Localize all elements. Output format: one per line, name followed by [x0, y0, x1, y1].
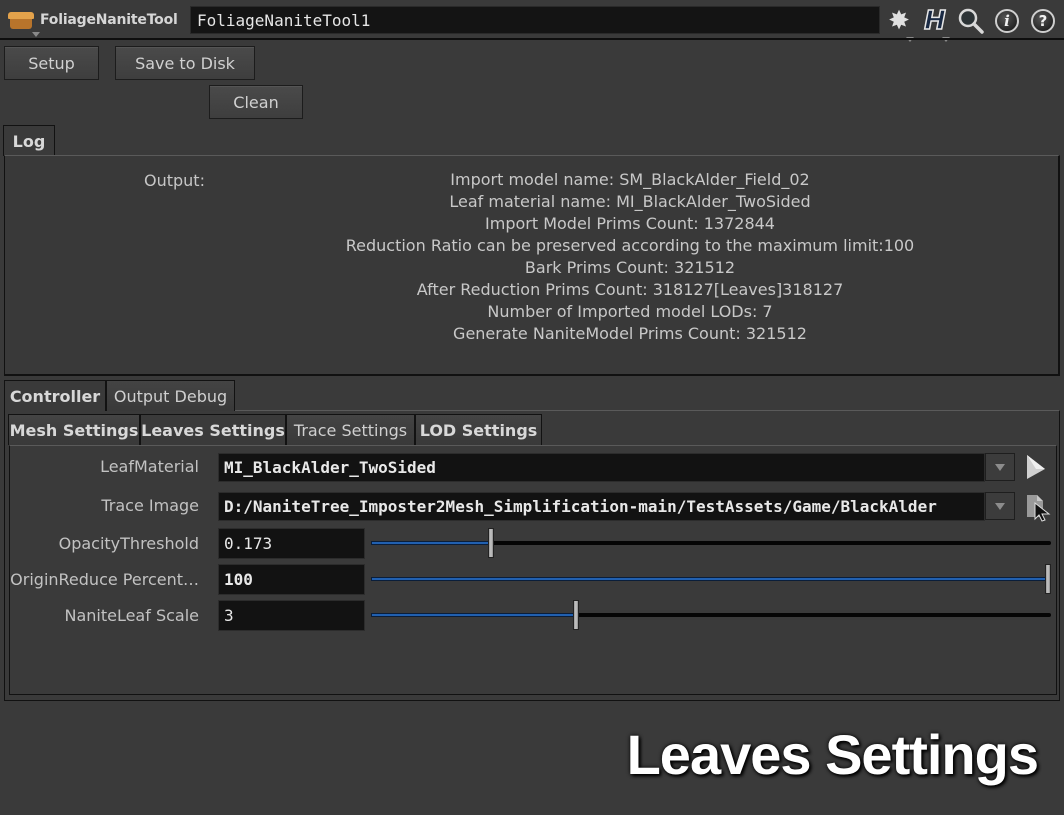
slider-fill: [372, 614, 574, 616]
save-to-disk-button[interactable]: Save to Disk: [115, 46, 255, 80]
trace-image-dropdown[interactable]: [985, 492, 1015, 520]
opacity-threshold-input[interactable]: 0.173: [218, 528, 365, 559]
node-name-input[interactable]: [190, 6, 880, 34]
slider-handle[interactable]: [573, 600, 579, 630]
gear-icon[interactable]: ✸: [884, 6, 914, 42]
origin-reduce-percent-label: OriginReduce Percent…: [10, 570, 199, 589]
leaf-material-label: LeafMaterial: [100, 457, 199, 476]
origin-reduce-percent-input[interactable]: 100: [218, 564, 365, 595]
tab-mesh-settings[interactable]: Mesh Settings: [8, 414, 140, 445]
log-output: Import model name: SM_BlackAlder_Field_0…: [330, 169, 930, 345]
overlay-title: Leaves Settings: [626, 723, 1039, 786]
tab-trace-settings[interactable]: Trace Settings: [286, 414, 415, 445]
output-label: Output:: [144, 171, 205, 190]
trace-image-field[interactable]: D:/NaniteTree_Imposter2Mesh_Simplificati…: [218, 492, 985, 521]
clean-button[interactable]: Clean: [209, 85, 303, 119]
chevron-down-icon: [995, 463, 1005, 471]
nanite-leaf-scale-input[interactable]: 3: [218, 600, 365, 631]
log-line: Import model name: SM_BlackAlder_Field_0…: [450, 170, 810, 189]
log-line: Import Model Prims Count: 1372844: [485, 214, 775, 233]
node-header: FoliageNaniteTool ✸ H i ?: [0, 0, 1064, 42]
help-glyph: ?: [1031, 9, 1055, 33]
h-glyph: H: [923, 5, 946, 37]
node-type-label: FoliageNaniteTool: [40, 12, 178, 28]
tab-leaves-settings[interactable]: Leaves Settings: [140, 414, 286, 445]
opacity-threshold-slider[interactable]: [371, 528, 1051, 558]
log-line: Reduction Ratio can be preserved accordi…: [345, 236, 915, 255]
tool-box-icon[interactable]: [8, 10, 40, 37]
slider-fill: [372, 542, 489, 544]
search-icon[interactable]: [956, 6, 986, 36]
file-browse-icon[interactable]: [1024, 492, 1052, 522]
menu-arrow-icon: [32, 32, 40, 37]
log-line: Number of Imported model LODs: 7: [487, 302, 773, 321]
slider-handle[interactable]: [488, 528, 494, 558]
info-glyph: i: [995, 9, 1019, 33]
tab-controller[interactable]: Controller: [4, 380, 106, 411]
trace-image-label: Trace Image: [101, 496, 199, 515]
nanite-leaf-scale-slider[interactable]: [371, 600, 1051, 630]
slider-fill: [372, 578, 1046, 580]
tab-lod-settings[interactable]: LOD Settings: [415, 414, 542, 445]
info-icon[interactable]: i: [992, 6, 1022, 36]
chevron-down-icon: [995, 502, 1005, 510]
setup-button[interactable]: Setup: [4, 46, 99, 80]
gear-glyph: ✸: [888, 6, 910, 36]
log-line: Bark Prims Count: 321512: [524, 258, 736, 277]
leaf-material-field[interactable]: MI_BlackAlder_TwoSided: [218, 453, 985, 482]
nanite-leaf-scale-label: NaniteLeaf Scale: [64, 606, 199, 625]
origin-reduce-percent-slider[interactable]: [371, 564, 1051, 594]
leaf-material-dropdown[interactable]: [985, 453, 1015, 481]
log-line: Generate NaniteModel Prims Count: 321512: [453, 324, 807, 343]
tab-output-debug[interactable]: Output Debug: [106, 380, 235, 411]
help-icon[interactable]: ?: [1028, 6, 1058, 36]
log-line: Leaf material name: MI_BlackAlder_TwoSid…: [449, 192, 811, 211]
node-select-arrow-icon[interactable]: [1024, 453, 1048, 481]
log-line: After Reduction Prims Count: 318127[Leav…: [416, 280, 844, 299]
header-divider: [0, 38, 1064, 40]
houdini-h-icon[interactable]: H: [920, 5, 950, 42]
slider-handle[interactable]: [1045, 564, 1051, 594]
tab-log[interactable]: Log: [3, 125, 55, 156]
opacity-threshold-label: OpacityThreshold: [58, 534, 199, 553]
